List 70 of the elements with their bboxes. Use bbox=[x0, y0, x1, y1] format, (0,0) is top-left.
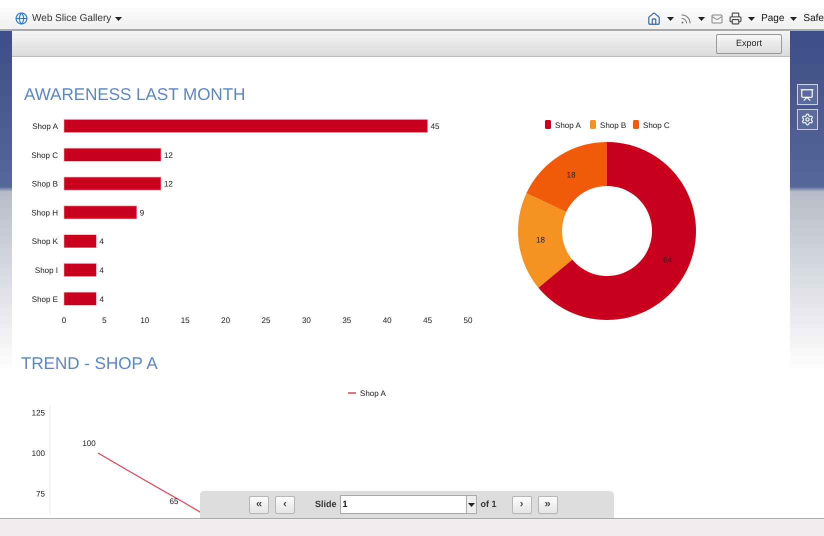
value-label: 65 bbox=[170, 497, 178, 506]
settings-icon[interactable] bbox=[796, 109, 818, 130]
bar bbox=[64, 234, 97, 248]
legend-label: Shop B bbox=[600, 121, 626, 130]
category-label: Shop H bbox=[31, 208, 58, 218]
previous-slide-button[interactable]: ‹ bbox=[275, 496, 295, 514]
caret-icon[interactable] bbox=[748, 16, 756, 20]
legend-line bbox=[348, 392, 356, 394]
tick-label: 50 bbox=[464, 316, 472, 325]
legend-label: Shop A bbox=[555, 121, 581, 130]
slide-number-field[interactable]: 1 bbox=[340, 495, 477, 514]
tick-label: 100 bbox=[32, 449, 45, 458]
section-title: TREND - SHOP A bbox=[21, 354, 159, 374]
safety-menu[interactable]: Safe bbox=[803, 11, 824, 26]
legend-swatch bbox=[590, 120, 596, 129]
value-label: 100 bbox=[82, 439, 96, 448]
value-label: 12 bbox=[164, 150, 173, 160]
tick-label: 75 bbox=[36, 490, 45, 498]
tick-label: 35 bbox=[342, 316, 352, 325]
category-label: Shop I bbox=[34, 266, 58, 275]
browser-logo-icon bbox=[15, 12, 28, 25]
page-count-label: of 1 bbox=[480, 498, 497, 511]
tick-label: 5 bbox=[102, 316, 107, 325]
category-label: Shop K bbox=[32, 237, 58, 246]
section-title: AWARENESS LAST MONTH bbox=[24, 85, 246, 105]
caret-icon[interactable] bbox=[468, 502, 475, 506]
bar bbox=[64, 263, 97, 277]
value-label: 18 bbox=[566, 170, 576, 180]
legend-label: Shop A bbox=[360, 389, 386, 398]
tick-label: 45 bbox=[423, 316, 432, 325]
tick-label: 20 bbox=[221, 316, 230, 325]
tick-label: 0 bbox=[62, 316, 66, 325]
tick-label: 125 bbox=[32, 408, 45, 418]
bar bbox=[64, 292, 97, 306]
legend-swatch bbox=[545, 120, 551, 129]
category-label: Shop E bbox=[32, 294, 58, 304]
export-button[interactable]: Export bbox=[716, 34, 782, 54]
value-label: 4 bbox=[99, 266, 104, 275]
printer-icon[interactable] bbox=[729, 12, 742, 25]
mail-icon[interactable] bbox=[711, 12, 724, 24]
caret-icon[interactable] bbox=[790, 16, 798, 20]
value-label: 64 bbox=[663, 256, 672, 265]
value-label: 9 bbox=[140, 208, 144, 218]
presentation-icon[interactable] bbox=[796, 84, 818, 105]
tick-label: 40 bbox=[382, 316, 392, 325]
last-slide-button[interactable]: » bbox=[538, 496, 558, 514]
web-slice-gallery-menu[interactable]: Web Slice Gallery bbox=[32, 11, 112, 26]
category-label: Shop C bbox=[31, 150, 58, 160]
caret-icon[interactable] bbox=[667, 16, 674, 20]
legend-label: Shop C bbox=[643, 121, 670, 130]
slide-label: Slide bbox=[315, 498, 337, 511]
tick-label: 10 bbox=[140, 316, 150, 325]
value-label: 45 bbox=[430, 122, 440, 131]
category-label: Shop B bbox=[32, 180, 58, 189]
feed-icon[interactable] bbox=[680, 12, 692, 24]
legend-swatch bbox=[633, 120, 639, 129]
value-label: 12 bbox=[164, 180, 173, 189]
home-icon[interactable] bbox=[647, 12, 662, 26]
value-label: 18 bbox=[536, 235, 545, 244]
category-label: Shop A bbox=[32, 122, 58, 131]
value-label: 4 bbox=[99, 237, 104, 246]
caret-icon[interactable] bbox=[698, 16, 706, 20]
tick-label: 25 bbox=[262, 316, 270, 325]
tick-label: 30 bbox=[302, 316, 311, 325]
page-menu[interactable]: Page bbox=[761, 11, 784, 26]
value-label: 4 bbox=[99, 294, 104, 304]
caret-icon[interactable] bbox=[115, 16, 122, 20]
first-slide-button[interactable]: « bbox=[249, 496, 269, 514]
next-slide-button[interactable]: › bbox=[512, 496, 532, 514]
tick-label: 15 bbox=[180, 316, 190, 325]
